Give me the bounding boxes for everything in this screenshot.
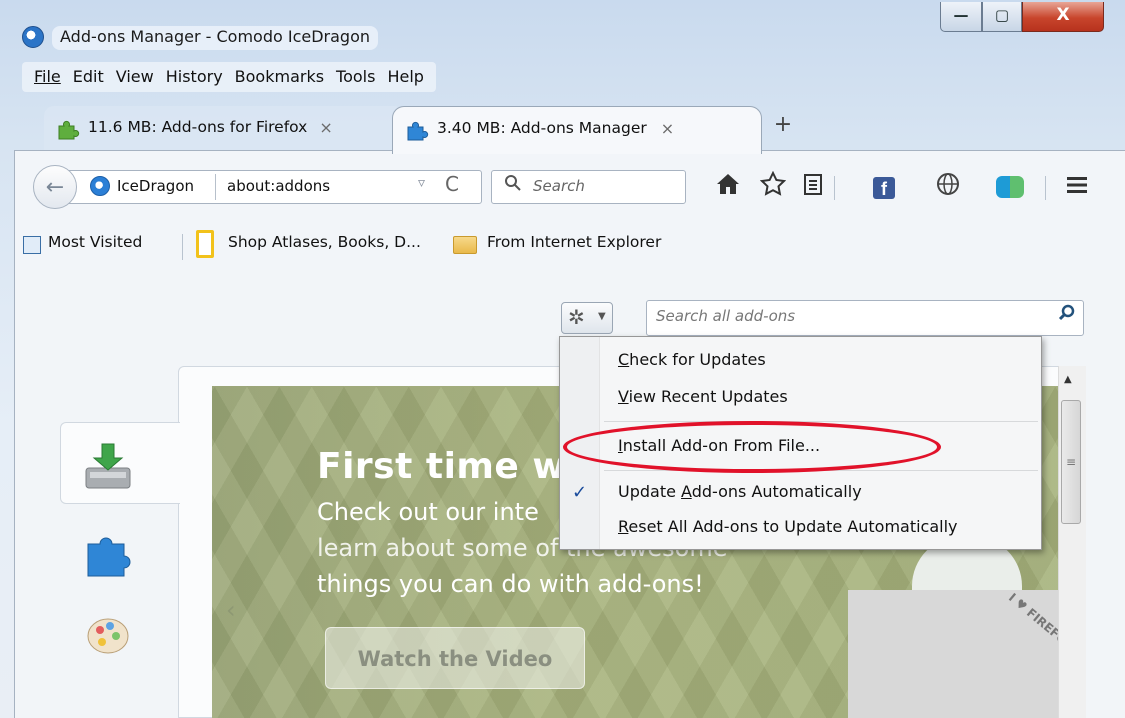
site-identity-icon[interactable] xyxy=(90,176,110,196)
minimize-button[interactable]: — xyxy=(940,2,982,32)
url-dropdown-icon[interactable]: ▿ xyxy=(418,175,425,191)
chevron-down-icon: ▼ xyxy=(598,311,606,322)
url-input[interactable]: about:addons xyxy=(227,177,330,195)
bookmark-most-visited[interactable]: Most Visited xyxy=(48,233,142,251)
navigation-toolbar xyxy=(14,150,1125,270)
banner-title: First time wi xyxy=(317,446,579,487)
puzzle-green-icon xyxy=(56,118,80,140)
bookmark-shop-atlases[interactable]: Shop Atlases, Books, D... xyxy=(228,233,421,251)
addon-search-input[interactable]: Search all add-ons xyxy=(656,307,795,325)
reload-icon[interactable]: C xyxy=(445,172,459,196)
puzzle-blue-icon xyxy=(405,119,429,141)
minimize-icon: — xyxy=(953,6,969,24)
close-button[interactable]: X xyxy=(1022,2,1104,32)
extensions-icon[interactable] xyxy=(80,526,136,578)
tools-gear-button[interactable]: ✲ ▼ xyxy=(561,302,613,334)
tab-close-icon[interactable]: × xyxy=(661,119,674,138)
menu-file[interactable]: File xyxy=(28,62,67,92)
toolbar-divider xyxy=(1045,176,1046,200)
back-button[interactable]: ← xyxy=(33,165,77,209)
toolbar-divider xyxy=(834,176,835,200)
back-arrow-icon: ← xyxy=(45,175,65,200)
banner-subtitle-line: things you can do with add-ons! xyxy=(317,570,704,598)
menu-item-view-recent-updates[interactable]: View Recent Updates xyxy=(618,387,788,406)
reading-list-icon[interactable] xyxy=(798,171,828,201)
identity-label[interactable]: IceDragon xyxy=(117,177,194,195)
get-addons-icon xyxy=(80,440,136,492)
bookmark-from-internet-explorer[interactable]: From Internet Explorer xyxy=(487,233,661,251)
checkmark-icon: ✓ xyxy=(572,482,588,503)
facebook-icon[interactable]: f xyxy=(873,177,895,199)
icedragon-logo-icon xyxy=(22,26,44,48)
menu-edit[interactable]: Edit xyxy=(67,62,110,92)
most-visited-icon xyxy=(23,236,41,254)
hamburger-menu-icon[interactable] xyxy=(1064,172,1090,204)
menu-item-reset-all-addons[interactable]: Reset All Add-ons to Update Automaticall… xyxy=(618,517,958,536)
bookmark-star-icon[interactable] xyxy=(758,170,788,201)
new-tab-button[interactable]: + xyxy=(768,112,798,137)
bookmarks-divider xyxy=(182,234,183,260)
tab-label: 3.40 MB: Add-ons Manager xyxy=(437,119,647,137)
maximize-button[interactable]: ▢ xyxy=(982,2,1022,32)
close-icon: X xyxy=(1056,5,1070,25)
search-icon xyxy=(504,174,522,197)
appearance-icon[interactable] xyxy=(80,608,136,660)
addon-search-icon[interactable] xyxy=(1057,303,1077,328)
menu-item-check-for-updates[interactable]: Check for Updates xyxy=(618,350,766,369)
maximize-icon: ▢ xyxy=(994,6,1010,24)
folder-icon xyxy=(453,236,477,254)
tab-addons-manager[interactable]: 3.40 MB: Add-ons Manager × xyxy=(392,106,762,154)
scrollbar-grip-icon: ≡ xyxy=(1066,455,1077,469)
scroll-up-icon[interactable]: ▲ xyxy=(1064,374,1072,385)
window-title: Add-ons Manager - Comodo IceDragon xyxy=(52,26,378,50)
menu-help[interactable]: Help xyxy=(381,62,429,92)
cloud-share-icon[interactable] xyxy=(996,176,1024,198)
banner-subtitle-line: Check out our inte xyxy=(317,498,539,526)
home-icon[interactable] xyxy=(713,171,743,201)
tab-close-icon[interactable]: × xyxy=(319,118,332,137)
menu-view[interactable]: View xyxy=(110,62,160,92)
banner-prev-icon[interactable]: ‹ xyxy=(226,596,236,624)
globe-icon[interactable] xyxy=(933,171,963,201)
menu-bookmarks[interactable]: Bookmarks xyxy=(229,62,330,92)
bookmark-page-icon xyxy=(196,230,214,258)
gear-icon: ✲ xyxy=(568,305,585,329)
menu-item-update-addons-automatically[interactable]: Update Add-ons Automatically xyxy=(618,482,862,501)
tab-addons-for-firefox[interactable]: 11.6 MB: Add-ons for Firefox × xyxy=(44,106,404,154)
tab-label: 11.6 MB: Add-ons for Firefox xyxy=(88,118,308,136)
highlight-annotation-ellipse xyxy=(563,421,941,473)
menu-bar: File Edit View History Bookmarks Tools H… xyxy=(22,62,436,92)
url-divider xyxy=(215,174,216,200)
menu-history[interactable]: History xyxy=(160,62,229,92)
watch-video-button[interactable]: Watch the Video xyxy=(325,627,585,689)
menu-tools[interactable]: Tools xyxy=(330,62,381,92)
search-input[interactable]: Search xyxy=(533,177,585,195)
